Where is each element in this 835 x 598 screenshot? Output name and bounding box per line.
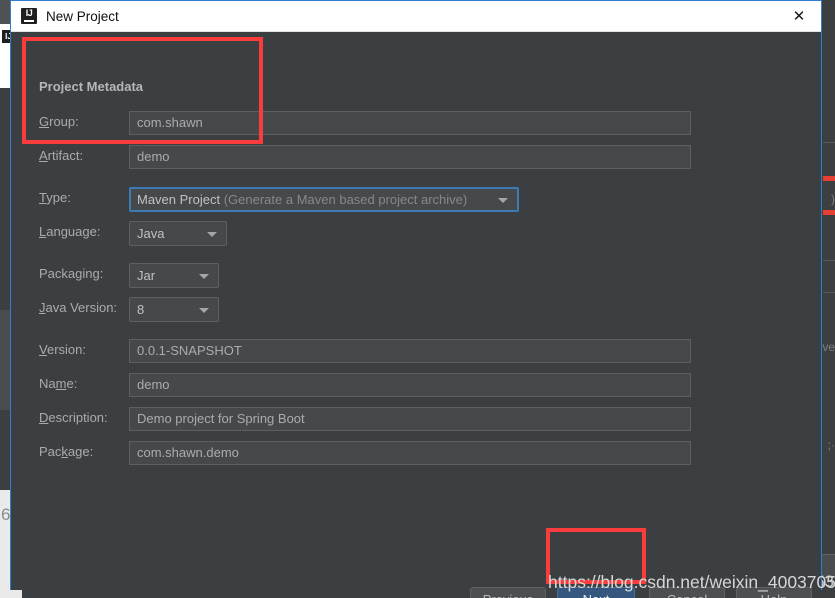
- label-artifact: Artifact:: [39, 148, 84, 163]
- label-language: Language:: [39, 224, 101, 239]
- type-combobox[interactable]: Maven Project (Generate a Maven based pr…: [129, 187, 519, 212]
- label-name: Name:: [39, 376, 78, 391]
- artifact-input[interactable]: demo: [129, 145, 691, 169]
- java-version-value: 8: [137, 302, 145, 317]
- language-value: Java: [137, 226, 165, 241]
- label-package: Package:: [39, 444, 94, 459]
- watermark-url: https://blog.csdn.net/weixin_40037053: [548, 572, 835, 592]
- name-input[interactable]: demo: [129, 373, 691, 397]
- label-version: Version:: [39, 342, 86, 357]
- group-input[interactable]: com.shawn: [129, 111, 691, 135]
- previous-button[interactable]: Previous: [470, 587, 546, 598]
- type-hint: (Generate a Maven based project archive): [223, 192, 468, 207]
- background-right-marker-2: [823, 210, 835, 215]
- background-right-divider-1: [823, 142, 835, 143]
- type-value: Maven Project: [137, 192, 221, 207]
- chevron-down-icon: [498, 197, 508, 203]
- background-right-divider-3: [823, 292, 835, 293]
- label-type: Type:: [39, 190, 71, 205]
- section-title-project-metadata: Project Metadata: [39, 79, 144, 94]
- dialog-title: New Project: [46, 8, 119, 24]
- background-right-divider-2: [823, 260, 835, 261]
- dialog-body: Project Metadata Group: com.shawn Artifa…: [11, 32, 821, 598]
- chevron-down-icon: [207, 231, 217, 237]
- label-description: Description:: [39, 410, 108, 425]
- label-group: Group:: [39, 114, 79, 129]
- screen-root: IJ 6 ) ve ;· 7053 IJ New Project ✕ Proje…: [0, 0, 835, 598]
- intellij-idea-icon: IJ: [21, 8, 37, 24]
- label-packaging: Packaging:: [39, 266, 104, 281]
- packaging-value: Jar: [137, 268, 156, 283]
- package-input[interactable]: com.shawn.demo: [129, 441, 691, 465]
- background-right-fragment-2: ve: [822, 340, 835, 354]
- close-icon[interactable]: ✕: [777, 1, 821, 30]
- background-right-fragment-1: ): [831, 192, 835, 206]
- background-right-panel: ) ve ;·: [822, 24, 835, 598]
- background-right-fragment-3: ;·: [827, 438, 835, 452]
- version-input[interactable]: 0.0.1-SNAPSHOT: [129, 339, 691, 363]
- chevron-down-icon: [199, 307, 209, 313]
- new-project-dialog: IJ New Project ✕ Project Metadata Group:…: [10, 0, 822, 598]
- dialog-titlebar: IJ New Project ✕: [11, 1, 821, 32]
- packaging-combobox[interactable]: Jar: [129, 263, 219, 288]
- java-version-combobox[interactable]: 8: [129, 297, 219, 322]
- chevron-down-icon: [199, 273, 209, 279]
- background-right-marker-1: [823, 176, 835, 181]
- language-combobox[interactable]: Java: [129, 221, 227, 246]
- description-input[interactable]: Demo project for Spring Boot: [129, 407, 691, 431]
- label-java-version: Java Version:: [39, 300, 118, 315]
